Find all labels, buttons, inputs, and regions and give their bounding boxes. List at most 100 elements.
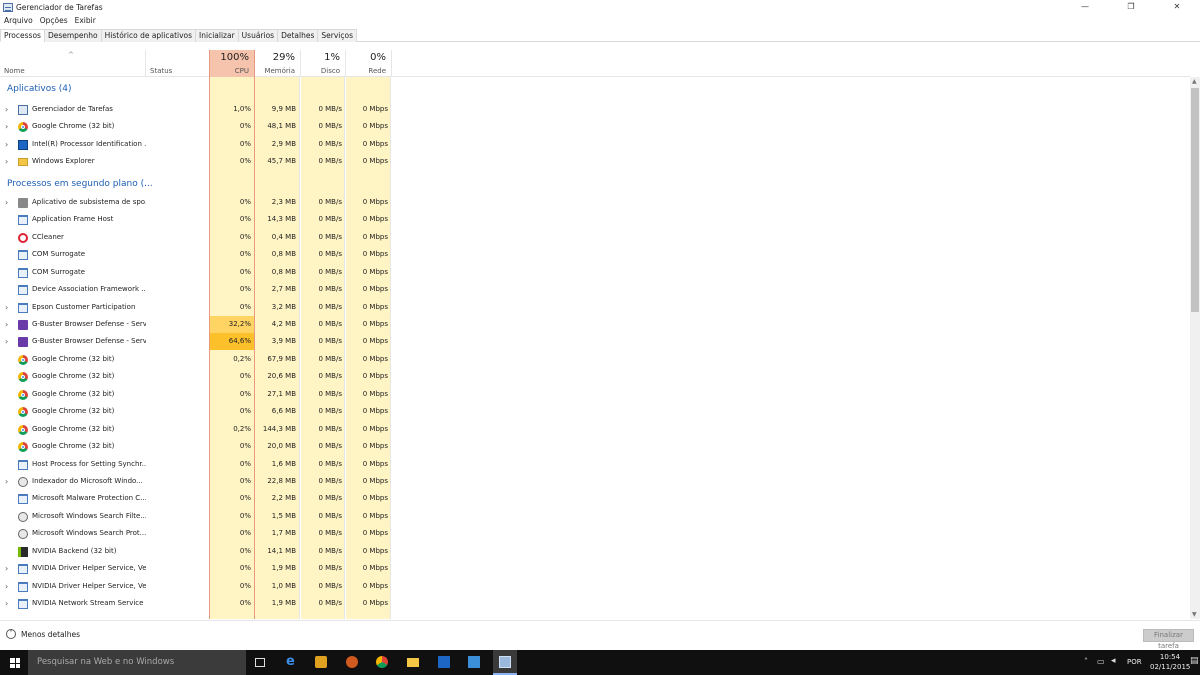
- chevron-right-icon[interactable]: ›: [5, 194, 8, 211]
- task-manager-taskbar-button[interactable]: [493, 650, 517, 675]
- process-row[interactable]: › Gerenciador de Tarefas 1,0% 9,9 MB 0 MB/s 0…: [0, 101, 1190, 118]
- process-name: Intel(R) Processor Identification ...: [32, 139, 146, 148]
- tab-desempenho[interactable]: Desempenho: [43, 29, 102, 42]
- network-value: 0 Mbps: [362, 122, 388, 131]
- process-row[interactable]: › Windows Explorer 0% 45,7 MB 0 MB/s 0 Mbps: [0, 153, 1190, 170]
- group-header-apps[interactable]: Aplicativos (4): [0, 81, 1190, 98]
- notifications-icon[interactable]: ▤: [1190, 656, 1199, 666]
- chevron-right-icon[interactable]: ›: [5, 299, 8, 316]
- process-row[interactable]: › Epson Customer Participation 0% 3,2 MB 0 M…: [0, 299, 1190, 316]
- process-row[interactable]: Host Process for Setting Synchr... 0% 1,6 …: [0, 456, 1190, 473]
- tab-historico[interactable]: Histórico de aplicativos: [100, 29, 197, 42]
- process-row[interactable]: NVIDIA Backend (32 bit) 0% 14,1 MB 0 MB/s 0 …: [0, 543, 1190, 560]
- process-row[interactable]: COM Surrogate 0% 0,8 MB 0 MB/s 0 Mbps: [0, 264, 1190, 281]
- scroll-down-icon[interactable]: ▼: [1192, 611, 1197, 618]
- chevron-right-icon[interactable]: ›: [5, 578, 8, 595]
- app-button-3[interactable]: [462, 650, 486, 675]
- chevron-right-icon[interactable]: ›: [5, 560, 8, 577]
- process-row[interactable]: › NVIDIA Network Stream Service 0% 1,9 MB 0 …: [0, 595, 1190, 612]
- app-button-1[interactable]: [340, 650, 364, 675]
- clock-date: 02/11/2015: [1150, 663, 1191, 671]
- vertical-scrollbar[interactable]: ▲ ▼: [1190, 77, 1200, 619]
- chevron-up-icon[interactable]: ˄: [6, 629, 16, 639]
- edge-button[interactable]: e: [280, 650, 304, 675]
- chevron-right-icon[interactable]: ›: [5, 316, 8, 333]
- menu-arquivo[interactable]: Arquivo: [4, 16, 33, 25]
- process-row[interactable]: Application Frame Host 0% 14,3 MB 0 MB/s 0 M…: [0, 211, 1190, 228]
- process-name: Microsoft Windows Search Filte...: [32, 511, 146, 520]
- memory-value: 1,5 MB: [271, 511, 296, 520]
- process-row[interactable]: Microsoft Windows Search Filte... 0% 1,5 M…: [0, 508, 1190, 525]
- group-header-background[interactable]: Processos em segundo plano (...: [0, 176, 1190, 193]
- chevron-right-icon[interactable]: ›: [5, 118, 8, 135]
- menu-opcoes[interactable]: Opções: [40, 16, 68, 25]
- chevron-right-icon[interactable]: ›: [5, 333, 8, 350]
- header-memory[interactable]: 29% Memória: [255, 50, 301, 77]
- scroll-up-icon[interactable]: ▲: [1192, 78, 1197, 85]
- minimize-button[interactable]: —: [1062, 0, 1108, 14]
- task-manager-icon: [3, 2, 13, 12]
- disk-value: 0 MB/s: [318, 122, 342, 131]
- header-name[interactable]: ^ Nome: [0, 50, 146, 77]
- menu-exibir[interactable]: Exibir: [75, 16, 96, 25]
- memory-value: 2,7 MB: [271, 285, 296, 294]
- process-row[interactable]: Google Chrome (32 bit) 0,2% 67,9 MB 0 MB/s 0…: [0, 351, 1190, 368]
- process-row[interactable]: Google Chrome (32 bit) 0% 6,6 MB 0 MB/s 0 Mb…: [0, 403, 1190, 420]
- tab-detalhes[interactable]: Detalhes: [277, 29, 319, 42]
- process-row[interactable]: Google Chrome (32 bit) 0% 27,1 MB 0 MB/s 0 M…: [0, 386, 1190, 403]
- network-value: 0 Mbps: [362, 105, 388, 113]
- close-button[interactable]: ✕: [1154, 0, 1200, 14]
- process-row[interactable]: › Aplicativo de subsistema de spo... 0% 2,3…: [0, 194, 1190, 211]
- fewer-details-link[interactable]: Menos detalhes: [21, 630, 80, 639]
- volume-icon[interactable]: ◂: [1111, 656, 1116, 666]
- process-row[interactable]: › NVIDIA Driver Helper Service, Ve... 0% 1,…: [0, 578, 1190, 595]
- process-row[interactable]: COM Surrogate 0% 0,8 MB 0 MB/s 0 Mbps: [0, 246, 1190, 263]
- window-icon: [18, 459, 28, 470]
- chevron-right-icon[interactable]: ›: [5, 153, 8, 170]
- language-indicator[interactable]: POR: [1127, 658, 1142, 666]
- start-button[interactable]: [0, 650, 28, 675]
- process-row[interactable]: Google Chrome (32 bit) 0% 20,6 MB 0 MB/s 0 M…: [0, 368, 1190, 385]
- chevron-right-icon[interactable]: ›: [5, 136, 8, 153]
- scroll-thumb[interactable]: [1191, 88, 1199, 312]
- process-row[interactable]: Microsoft Malware Protection C... 0% 2,2 M…: [0, 490, 1190, 507]
- tab-servicos[interactable]: Serviços: [317, 29, 357, 42]
- process-row[interactable]: CCleaner 0% 0,4 MB 0 MB/s 0 Mbps: [0, 229, 1190, 246]
- header-network[interactable]: 0% Rede: [346, 50, 392, 77]
- process-row[interactable]: Microsoft Windows Search Prot... 0% 1,7 MB…: [0, 525, 1190, 542]
- tab-usuarios[interactable]: Usuários: [237, 29, 279, 42]
- title-bar: Gerenciador de Tarefas — ❐ ✕: [0, 0, 1200, 14]
- header-status[interactable]: Status: [146, 50, 210, 77]
- process-row[interactable]: › Google Chrome (32 bit) 0% 48,1 MB 0 MB/s 0 …: [0, 118, 1190, 135]
- memory-value: 67,9 MB: [267, 354, 296, 363]
- chevron-right-icon[interactable]: ›: [5, 595, 8, 612]
- chrome-taskbar-button[interactable]: [370, 650, 394, 675]
- tab-processos[interactable]: Processos: [0, 29, 45, 42]
- network-value: 0 Mbps: [362, 442, 388, 451]
- disk-value: 0 MB/s: [318, 581, 342, 590]
- process-row[interactable]: › G-Buster Browser Defense - Serv... 64,6%…: [0, 333, 1190, 351]
- file-explorer-button[interactable]: [401, 650, 425, 675]
- restore-button[interactable]: ❐: [1108, 0, 1154, 14]
- chevron-right-icon[interactable]: ›: [5, 473, 8, 490]
- chevron-right-icon[interactable]: ›: [5, 101, 8, 118]
- process-row[interactable]: Google Chrome (32 bit) 0% 20,0 MB 0 MB/s 0 M…: [0, 438, 1190, 455]
- memory-value: 144,3 MB: [262, 424, 296, 433]
- end-task-button[interactable]: Finalizar tarefa: [1143, 629, 1194, 650]
- media-button[interactable]: [309, 650, 333, 675]
- process-row[interactable]: › NVIDIA Driver Helper Service, Ve... 0% 1,…: [0, 560, 1190, 577]
- process-row[interactable]: Google Chrome (32 bit) 0,2% 144,3 MB 0 MB/s…: [0, 421, 1190, 438]
- process-row[interactable]: › G-Buster Browser Defense - Serv... 32,2%…: [0, 315, 1190, 333]
- app-button-2[interactable]: [432, 650, 456, 675]
- tray-expand-icon[interactable]: ˄: [1084, 657, 1088, 666]
- taskbar-search[interactable]: Pesquisar na Web e no Windows: [28, 650, 246, 675]
- process-row[interactable]: Device Association Framework ... 0% 2,7 MB…: [0, 281, 1190, 298]
- battery-icon[interactable]: ▭: [1097, 657, 1105, 666]
- process-name: Windows Explorer: [32, 157, 95, 166]
- task-view-button[interactable]: [248, 650, 272, 675]
- process-row[interactable]: › Indexador do Microsoft Windo... 0% 22,8 M…: [0, 473, 1190, 490]
- process-row[interactable]: › Intel(R) Processor Identification ... 0%…: [0, 136, 1190, 153]
- header-disk[interactable]: 1% Disco: [301, 50, 346, 77]
- tab-inicializar[interactable]: Inicializar: [195, 29, 239, 42]
- clock[interactable]: 10:54 02/11/2015: [1150, 652, 1190, 672]
